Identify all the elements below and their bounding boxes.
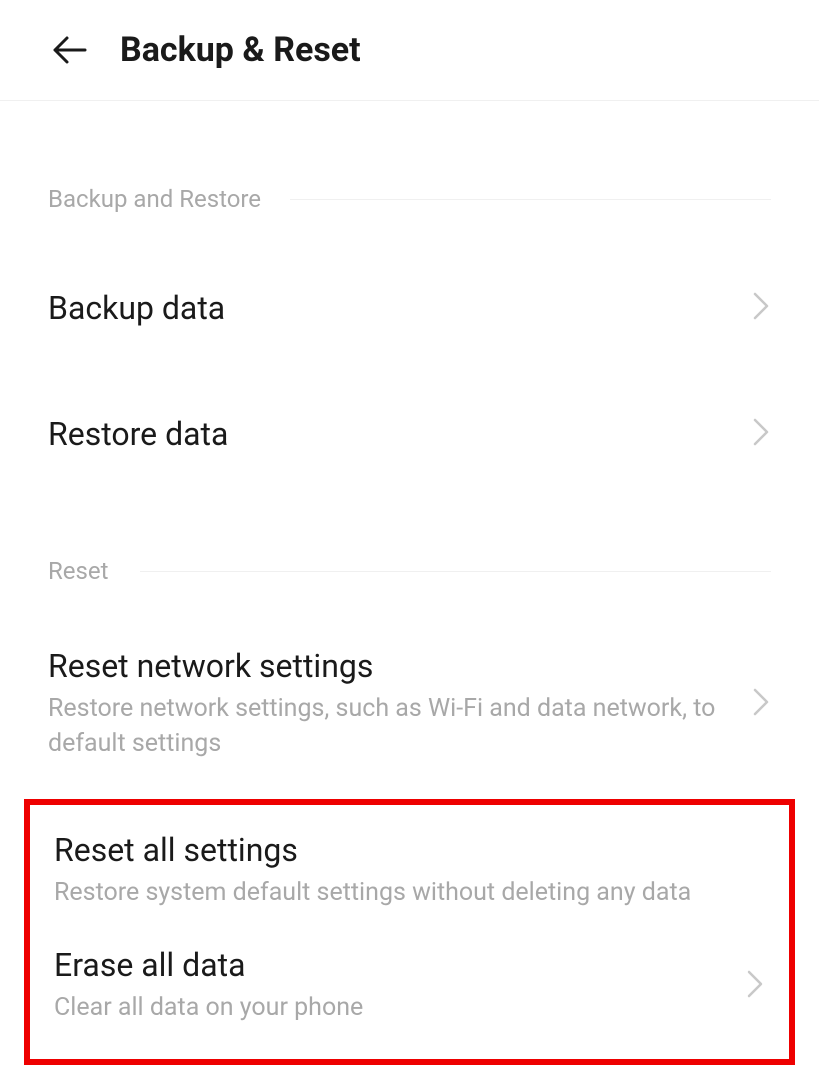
list-item-text: Erase all data Clear all data on your ph…	[54, 946, 733, 1025]
list-item-restore-data[interactable]: Restore data	[0, 389, 819, 479]
list-item-title: Erase all data	[54, 946, 733, 984]
list-item-text: Backup data	[48, 289, 739, 327]
list-item-title: Reset all settings	[54, 831, 765, 869]
list-item-title: Restore data	[48, 415, 739, 453]
spacer	[0, 353, 819, 389]
list-item-title: Backup data	[48, 289, 739, 327]
list-item-subtitle: Restore network settings, such as Wi-Fi …	[48, 691, 739, 761]
list-item-subtitle: Clear all data on your phone	[54, 990, 733, 1025]
list-item-erase-all[interactable]: Erase all data Clear all data on your ph…	[30, 928, 789, 1043]
section-header-reset: Reset	[0, 557, 819, 585]
header-bar: Backup & Reset	[0, 0, 819, 101]
page-title: Backup & Reset	[120, 30, 361, 70]
list-item-text: Reset network settings Restore network s…	[48, 647, 739, 761]
highlight-annotation: Reset all settings Restore system defaul…	[24, 799, 795, 1065]
section-header-backup: Backup and Restore	[0, 185, 819, 213]
chevron-right-icon	[751, 686, 771, 722]
list-item-reset-all[interactable]: Reset all settings Restore system defaul…	[30, 813, 789, 928]
list-item-text: Reset all settings Restore system defaul…	[54, 831, 765, 910]
chevron-right-icon	[751, 416, 771, 452]
chevron-right-icon	[745, 968, 765, 1004]
list-item-backup-data[interactable]: Backup data	[0, 263, 819, 353]
chevron-right-icon	[751, 290, 771, 326]
list-item-title: Reset network settings	[48, 647, 739, 685]
content-area: Backup and Restore Backup data Restore d…	[0, 185, 819, 1065]
list-item-reset-network[interactable]: Reset network settings Restore network s…	[0, 621, 819, 787]
back-arrow-icon[interactable]	[48, 28, 92, 72]
list-item-subtitle: Restore system default settings without …	[54, 875, 765, 910]
list-item-text: Restore data	[48, 415, 739, 453]
